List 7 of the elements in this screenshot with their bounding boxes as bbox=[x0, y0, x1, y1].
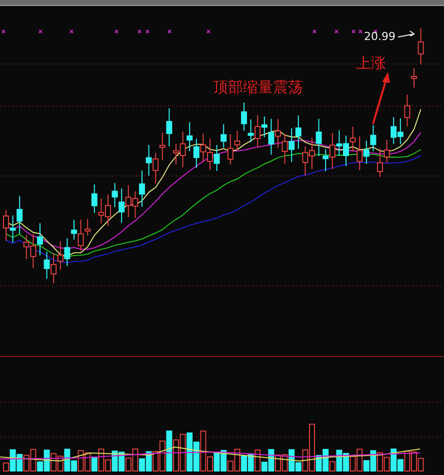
chart-annotation: 顶部缩量震荡 bbox=[213, 78, 303, 97]
pointer-line bbox=[398, 30, 415, 38]
candlestick bbox=[411, 68, 417, 88]
chart-annotation: 上涨 bbox=[356, 54, 386, 73]
arrow-icon bbox=[372, 72, 390, 124]
price-label: 20.99 bbox=[364, 30, 396, 43]
candlestick bbox=[418, 28, 424, 66]
